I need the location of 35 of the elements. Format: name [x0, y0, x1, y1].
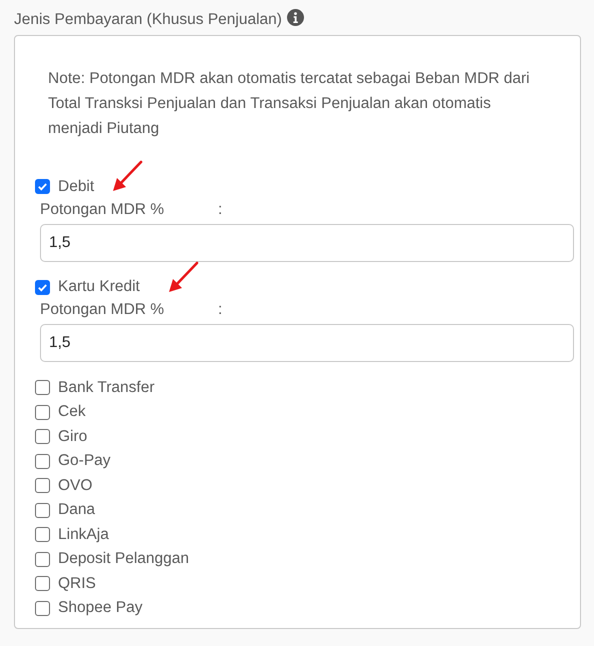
checkbox[interactable]: [35, 527, 50, 542]
field-separator: :: [218, 200, 222, 220]
checkbox-label: QRIS: [58, 574, 96, 594]
checkbox-label: Shopee Pay: [58, 598, 142, 618]
mdr-input-field[interactable]: 1,5: [40, 224, 574, 262]
checkbox-label: LinkAja: [58, 524, 109, 545]
checkbox-label: Dana: [58, 500, 96, 520]
checkbox[interactable]: [35, 179, 50, 194]
checkbox[interactable]: [35, 404, 50, 420]
checkbox[interactable]: [35, 454, 50, 468]
field-separator: :: [218, 300, 222, 320]
checkbox[interactable]: [35, 280, 50, 294]
note-text: Note: Potongan MDR akan otomatis tercatat sebagai Beban MDR dari Total Transksi Penjualan dan Transaksi Penjualan akan otomatis menjadi Piutang: [48, 69, 531, 140]
checkbox-label: OVO: [58, 476, 92, 496]
checkbox[interactable]: [35, 502, 50, 518]
field-label: Potongan MDR %: [40, 200, 166, 220]
checkbox-label: Bank Transfer: [58, 378, 154, 398]
section-title: Jenis Pembayaran (Khusus Penjualan): [14, 10, 282, 30]
field-label: Potongan MDR %: [40, 300, 166, 320]
checkbox[interactable]: [35, 552, 50, 566]
checkbox-label: Cek: [58, 402, 86, 422]
info-icon[interactable]: [286, 9, 304, 26]
checkbox-label: Kartu Kredit: [58, 277, 140, 298]
checkbox-label: Giro: [58, 426, 88, 447]
checkbox[interactable]: [35, 380, 50, 395]
checkmark-icon: [37, 181, 48, 192]
checkbox[interactable]: [35, 429, 50, 444]
checkbox-label: Debit: [58, 176, 94, 197]
checkmark-icon: [37, 282, 48, 292]
checkbox[interactable]: [35, 478, 50, 493]
checkbox[interactable]: [35, 576, 50, 591]
checkbox[interactable]: [35, 600, 50, 616]
checkbox-label: Deposit Pelanggan: [58, 549, 189, 570]
checkbox-label: Go-Pay: [58, 451, 111, 472]
mdr-input-field[interactable]: 1,5: [40, 324, 574, 362]
